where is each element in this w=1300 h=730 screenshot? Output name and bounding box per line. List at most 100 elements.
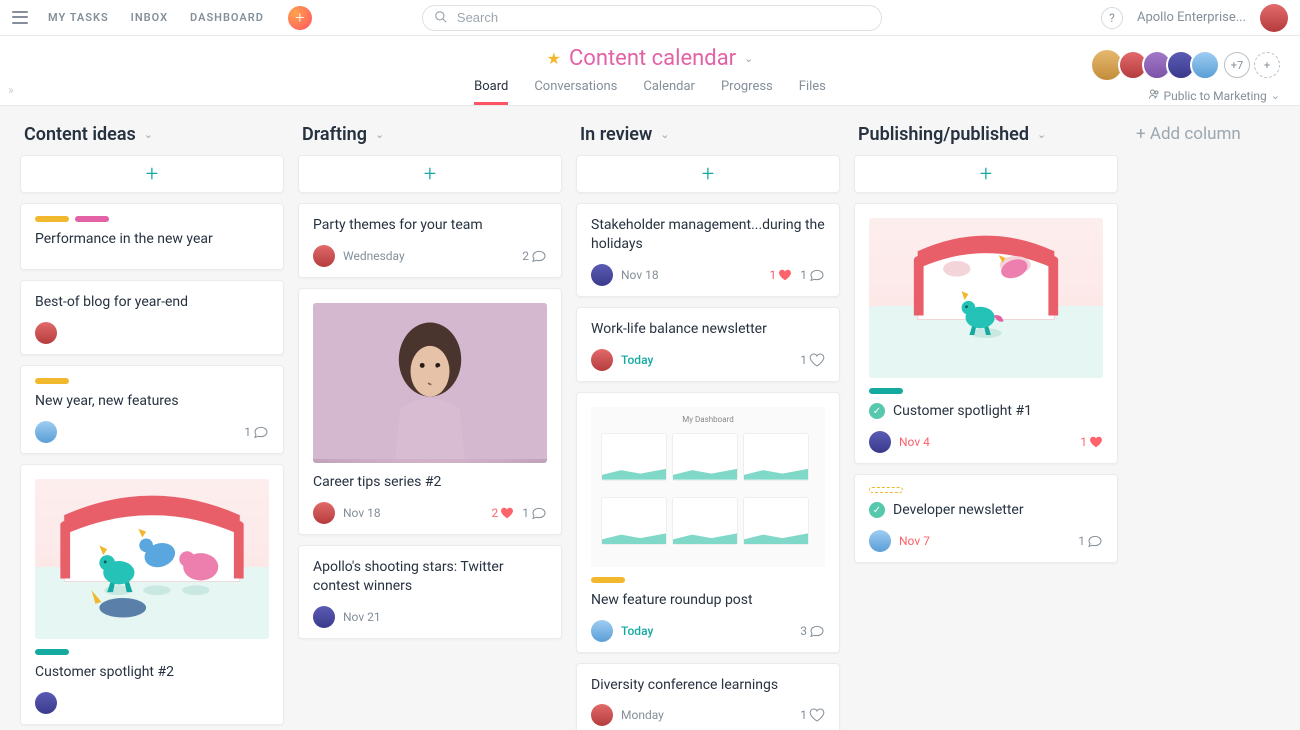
search-input[interactable] [422,5,882,31]
add-card-button[interactable]: + [576,155,840,193]
add-card-button[interactable]: + [854,155,1118,193]
assignee-avatar[interactable] [591,264,613,286]
task-card[interactable]: ✓ Developer newsletter Nov 7 1 [854,474,1118,563]
chevron-down-icon: ⌄ [375,128,384,141]
add-member-button[interactable]: + [1254,52,1280,78]
assignee-avatar[interactable] [869,431,891,453]
comments-indicator: 1 [800,267,825,283]
tag-yellow [35,378,69,384]
add-card-button[interactable]: + [298,155,562,193]
project-visibility[interactable]: Public to Marketing ⌄ [1148,88,1280,103]
task-card[interactable]: My Dashboard New feature roundup post To… [576,392,840,653]
due-date: Wednesday [343,249,405,263]
assignee-avatar[interactable] [35,421,57,443]
assignee-avatar[interactable] [591,349,613,371]
expand-sidebar-icon[interactable]: » [8,83,14,97]
task-card[interactable]: Stakeholder management...during the holi… [576,203,840,297]
due-date: Nov 7 [899,534,930,548]
user-avatar[interactable] [1260,4,1288,32]
global-add-button[interactable]: + [288,6,312,30]
card-title: Developer newsletter [893,501,1024,520]
complete-check-icon: ✓ [869,403,885,419]
assignee-avatar[interactable] [35,692,57,714]
likes-indicator: 2 [492,506,515,520]
project-menu-chevron-icon[interactable]: ⌄ [744,52,753,65]
card-cover-image [313,303,547,463]
card-cover-image [869,218,1103,378]
card-title: New year, new features [35,392,269,411]
assignee-avatar[interactable] [313,245,335,267]
nav-my-tasks[interactable]: MY TASKS [48,11,109,24]
column-header[interactable]: In review ⌄ [576,120,840,155]
star-icon[interactable]: ★ [547,49,561,68]
assignee-avatar[interactable] [313,606,335,628]
card-title: Apollo's shooting stars: Twitter contest… [313,558,547,596]
assignee-avatar[interactable] [313,502,335,524]
tab-progress[interactable]: Progress [721,79,773,105]
add-card-button[interactable]: + [20,155,284,193]
task-card[interactable]: Customer spotlight #2 [20,464,284,725]
card-title: Diversity conference learnings [591,676,825,695]
card-title: Best-of blog for year-end [35,293,269,312]
column-header[interactable]: Drafting ⌄ [298,120,562,155]
task-card[interactable]: ✓ Customer spotlight #1 Nov 4 1 [854,203,1118,464]
assignee-avatar[interactable] [591,620,613,642]
task-card[interactable]: Work-life balance newsletter Today 1 [576,307,840,382]
due-date: Nov 4 [899,435,930,449]
tag-yellow [869,487,903,493]
task-card[interactable]: Party themes for your team Wednesday 2 [298,203,562,278]
assignee-avatar[interactable] [591,704,613,726]
due-date: Nov 18 [621,268,659,282]
more-members-button[interactable]: +7 [1224,52,1250,78]
chevron-down-icon: ⌄ [660,128,669,141]
comments-indicator: 3 [800,623,825,639]
column-header[interactable]: Content ideas ⌄ [20,120,284,155]
due-date: Monday [621,708,664,722]
card-title: Customer spotlight #1 [893,402,1032,421]
due-date: Nov 21 [343,610,381,624]
tab-board[interactable]: Board [474,79,508,105]
member-avatar[interactable] [1190,50,1220,80]
comments-indicator: 1 [800,707,825,723]
task-card[interactable]: Best-of blog for year-end [20,280,284,355]
project-title: Content calendar [569,46,736,71]
column-title: Content ideas [24,124,136,145]
menu-icon[interactable] [12,10,28,26]
tag-pink [75,216,109,222]
search-icon [434,10,448,28]
nav-inbox[interactable]: INBOX [131,11,168,24]
org-name[interactable]: Apollo Enterprise... [1137,10,1246,25]
task-card[interactable]: Career tips series #2 Nov 18 2 1 [298,288,562,535]
assignee-avatar[interactable] [35,322,57,344]
comments-indicator: 1 [244,424,269,440]
due-date: Nov 18 [343,506,381,520]
tab-conversations[interactable]: Conversations [534,79,617,105]
tab-calendar[interactable]: Calendar [643,79,695,105]
card-title: Stakeholder management...during the holi… [591,216,825,254]
help-button[interactable]: ? [1101,7,1123,29]
card-cover-image [35,479,269,639]
card-title: Career tips series #2 [313,473,547,492]
task-card[interactable]: Diversity conference learnings Monday 1 [576,663,840,730]
assignee-avatar[interactable] [869,530,891,552]
likes-indicator: 1 [770,268,793,282]
card-title: New feature roundup post [591,591,825,610]
task-card[interactable]: Performance in the new year [20,203,284,270]
task-card[interactable]: New year, new features 1 [20,365,284,454]
column-title: Publishing/published [858,124,1029,145]
chevron-down-icon: ⌄ [144,128,153,141]
tag-teal [35,649,69,655]
comments-indicator: 1 [1078,533,1103,549]
likes-indicator: 1 [1080,435,1103,449]
tab-files[interactable]: Files [799,79,826,105]
people-icon [1148,88,1160,103]
complete-check-icon: ✓ [869,502,885,518]
tag-yellow [591,577,625,583]
tag-teal [869,388,903,394]
task-card[interactable]: Apollo's shooting stars: Twitter contest… [298,545,562,639]
add-column-button[interactable]: + Add column [1132,120,1280,716]
nav-dashboard[interactable]: DASHBOARD [190,11,264,24]
column-header[interactable]: Publishing/published ⌄ [854,120,1118,155]
comments-indicator: 1 [800,352,825,368]
column-title: Drafting [302,124,367,145]
